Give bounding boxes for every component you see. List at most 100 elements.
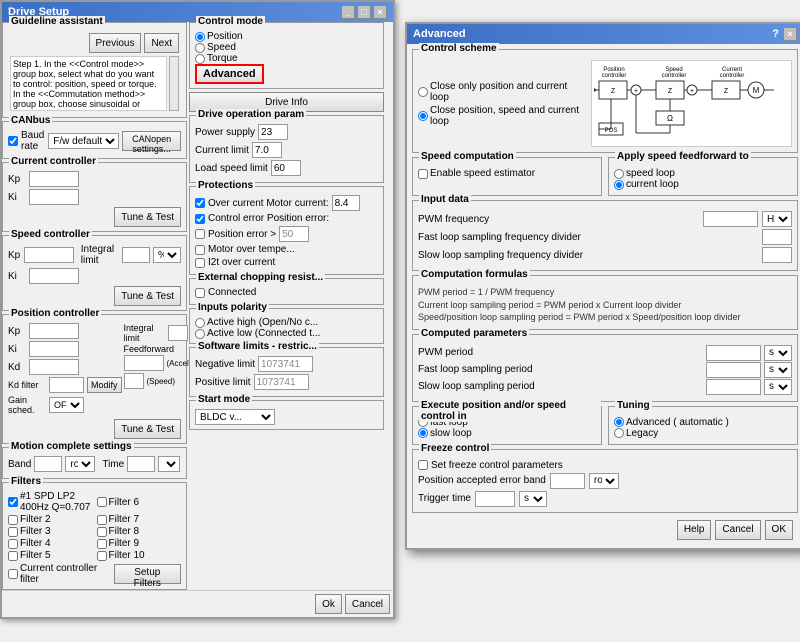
filter-7-checkbox[interactable] — [97, 515, 107, 525]
legacy-tuning-radio[interactable] — [614, 428, 624, 438]
pos-tune-btn[interactable]: Tune & Test — [114, 419, 181, 439]
position-radio[interactable] — [195, 32, 205, 42]
speed-loop-radio[interactable] — [614, 169, 624, 179]
filter-10-checkbox[interactable] — [97, 551, 107, 561]
adv-help-btn[interactable]: Help — [677, 520, 712, 540]
current-loop-radio[interactable] — [614, 180, 624, 190]
pos-integral-input[interactable]: 5 — [168, 325, 188, 341]
prev-btn[interactable]: Previous — [89, 33, 142, 53]
over-current-checkbox[interactable] — [195, 198, 205, 208]
kd-filter-input[interactable]: 0 — [49, 377, 84, 393]
fast-period-unit[interactable]: s — [764, 362, 792, 378]
slow-loop-exec-radio[interactable] — [418, 428, 428, 438]
enable-speed-checkbox[interactable] — [418, 169, 428, 179]
filter-9-checkbox[interactable] — [97, 539, 107, 549]
kp-input[interactable]: 4.3051 — [29, 171, 79, 187]
integral-unit-select[interactable]: % — [153, 247, 181, 263]
pos-error-band-unit[interactable]: rot — [589, 473, 619, 489]
neg-limit-input[interactable] — [258, 356, 313, 372]
outer-ok-btn[interactable]: Ok — [315, 594, 342, 614]
current-filter-checkbox[interactable] — [8, 569, 18, 579]
pos-kd-input[interactable]: 0 — [29, 359, 79, 375]
load-speed-input[interactable] — [271, 160, 301, 176]
pos-error-checkbox[interactable] — [195, 229, 205, 239]
pwm-period-input[interactable]: 0.00005 — [706, 345, 761, 361]
filter-8-checkbox[interactable] — [97, 527, 107, 537]
integral-input[interactable]: 40 — [122, 247, 150, 263]
pwm-freq-input[interactable]: 20000 — [703, 211, 758, 227]
start-mode-select[interactable]: BLDC v... — [195, 409, 275, 425]
speed-kp-input[interactable]: 424.95 — [24, 247, 74, 263]
pos-limit-input[interactable] — [254, 374, 309, 390]
filter-5-checkbox[interactable] — [8, 551, 18, 561]
adv-ok-btn[interactable]: OK — [765, 520, 793, 540]
slow-period-input[interactable]: 0.001 — [706, 379, 761, 395]
power-input[interactable] — [258, 124, 288, 140]
feedforward2-input[interactable]: 1 — [124, 373, 144, 389]
speed-tune-btn[interactable]: Tune & Test — [114, 286, 181, 306]
setup-filters-btn[interactable]: Setup Filters — [114, 564, 181, 584]
outer-cancel-btn[interactable]: Cancel — [345, 594, 390, 614]
modify-btn[interactable]: Modify — [87, 377, 122, 393]
adv-title-controls: ? × — [772, 27, 797, 41]
canopen-btn[interactable]: CANopen settings... — [122, 131, 181, 151]
over-current-input[interactable] — [332, 195, 360, 211]
torque-radio[interactable] — [195, 54, 205, 64]
advanced-tuning-radio[interactable] — [614, 417, 624, 427]
slow-loop-input[interactable]: 20 — [762, 247, 792, 263]
advanced-btn[interactable]: Advanced — [195, 64, 264, 84]
i2t-checkbox[interactable] — [195, 258, 205, 268]
pwm-period-unit[interactable]: s — [764, 345, 792, 361]
filter-4-checkbox[interactable] — [8, 539, 18, 549]
computation-formulas-content: PWM period = 1 / PWM frequency Current l… — [418, 286, 792, 324]
pos-error-input[interactable] — [279, 226, 309, 242]
band-unit-select[interactable]: rot — [65, 456, 95, 472]
computed-content: PWM period 0.00005 s Fast loop sampling … — [418, 345, 792, 395]
fast-loop-input[interactable]: 2 — [762, 229, 792, 245]
pos-kp-input[interactable]: 0.23828 — [29, 323, 79, 339]
freeze-checkbox[interactable] — [418, 460, 428, 470]
current-limit-row: Current limit — [195, 142, 378, 158]
filter-1-checkbox[interactable] — [8, 497, 18, 507]
close-pos-current-radio[interactable] — [418, 87, 428, 97]
filter-6-checkbox[interactable] — [97, 497, 107, 507]
ctrl-error-checkbox[interactable] — [195, 214, 205, 224]
next-btn[interactable]: Next — [144, 33, 179, 53]
band-input[interactable]: 0.5 — [34, 456, 62, 472]
guideline-scrollbar[interactable] — [169, 56, 179, 111]
trigger-unit[interactable]: s — [519, 491, 547, 507]
time-input[interactable]: 0.001 — [127, 456, 155, 472]
filter-2-checkbox[interactable] — [8, 515, 18, 525]
adv-cancel-btn[interactable]: Cancel — [715, 520, 760, 540]
help-icon[interactable]: ? — [772, 28, 779, 40]
motor-temp-checkbox[interactable] — [195, 245, 205, 255]
feedforward-input[interactable]: 1469.8 — [124, 355, 164, 371]
time-unit-select[interactable]: s — [158, 456, 180, 472]
integral-label: Integral limit — [81, 244, 119, 266]
current-limit-input[interactable] — [252, 142, 282, 158]
speed-ki-input[interactable]: 9.5628 — [29, 268, 79, 284]
ki-label: Ki — [8, 192, 26, 203]
close-all-radio[interactable] — [418, 111, 428, 121]
ki-input[interactable]: 0.62053 — [29, 189, 79, 205]
baud-select[interactable]: F/w default — [48, 133, 119, 149]
minimize-btn[interactable]: _ — [341, 5, 355, 19]
pos-error-band-input[interactable]: 0 — [550, 473, 585, 489]
input-data-title: Input data — [419, 194, 471, 205]
slow-period-unit[interactable]: s — [764, 379, 792, 395]
filter-3-checkbox[interactable] — [8, 527, 18, 537]
maximize-btn[interactable]: □ — [357, 5, 371, 19]
active-low-radio[interactable] — [195, 329, 205, 339]
speed-radio[interactable] — [195, 43, 205, 53]
gain-select[interactable]: OFF — [49, 397, 84, 413]
trigger-input[interactable]: 65.535 — [475, 491, 515, 507]
adv-close-btn[interactable]: × — [783, 27, 797, 41]
canbus-checkbox[interactable] — [8, 136, 18, 146]
pos-ki-input[interactable]: 0 — [29, 341, 79, 357]
current-tune-btn[interactable]: Tune & Test — [114, 207, 181, 227]
connected-checkbox[interactable] — [195, 288, 205, 298]
active-high-radio[interactable] — [195, 318, 205, 328]
pwm-freq-unit[interactable]: Hz — [762, 211, 792, 227]
close-btn[interactable]: × — [373, 5, 387, 19]
fast-period-input[interactable]: 0.0001 — [706, 362, 761, 378]
